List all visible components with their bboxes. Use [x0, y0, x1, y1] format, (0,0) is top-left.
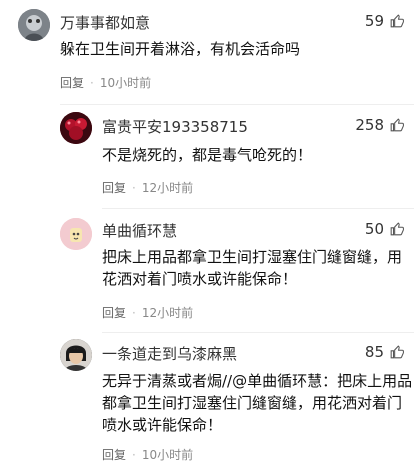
comment-text: 不是烧死的，都是毒气呛死的！ — [102, 146, 313, 164]
avatar[interactable] — [60, 112, 92, 144]
comment-text-line: 喷水或许能保命！ — [102, 416, 223, 434]
comment-meta: 回复 · 10小时前 — [102, 446, 193, 463]
avatar[interactable] — [18, 9, 50, 41]
thumbs-up-icon — [390, 345, 404, 359]
reply-button[interactable]: 回复 — [102, 448, 126, 462]
username[interactable]: 富贵平安193358715 — [102, 116, 248, 137]
thumbs-up-icon — [390, 222, 404, 236]
avatar[interactable] — [60, 339, 92, 371]
avatar-image — [18, 9, 50, 41]
timestamp: 10小时前 — [99, 76, 152, 90]
avatar-image — [60, 112, 92, 144]
avatar[interactable] — [60, 218, 92, 250]
like-count: 85 — [364, 343, 384, 361]
comment-meta: 回复 · 10小时前 — [60, 74, 151, 91]
avatar-image — [60, 218, 92, 250]
like-count: 258 — [355, 116, 384, 134]
dot-separator: · — [132, 448, 136, 462]
reply-button[interactable]: 回复 — [102, 306, 126, 320]
timestamp: 12小时前 — [141, 181, 194, 195]
avatar-image — [60, 339, 92, 371]
username[interactable]: 单曲循环慧 — [102, 220, 177, 241]
like-button[interactable]: 85 — [365, 343, 404, 361]
username[interactable]: 一条道走到乌漆麻黑 — [102, 343, 237, 364]
timestamp: 12小时前 — [141, 306, 194, 320]
dot-separator: · — [132, 181, 136, 195]
comment-text: 躲在卫生间开着淋浴，有机会活命吗 — [60, 40, 301, 58]
dot-separator: · — [90, 76, 94, 90]
like-button[interactable]: 59 — [365, 12, 404, 30]
like-count: 50 — [364, 220, 384, 238]
timestamp: 10小时前 — [141, 448, 194, 462]
comment-text-line: 花洒对着门喷水或许能保命！ — [102, 270, 298, 288]
comment-text-line: 把床上用品都拿卫生间打湿塞住门缝窗缝，用 — [102, 248, 403, 266]
dot-separator: · — [132, 306, 136, 320]
reply-button[interactable]: 回复 — [60, 76, 84, 90]
comment-meta: 回复 · 12小时前 — [102, 179, 193, 196]
reply-button[interactable]: 回复 — [102, 181, 126, 195]
divider — [102, 332, 414, 333]
thumbs-up-icon — [390, 14, 404, 28]
divider — [102, 208, 414, 209]
comment-text-line: 无异于清蒸或者焗//@单曲循环慧：把床上用品 — [102, 372, 413, 390]
like-count: 59 — [364, 12, 384, 30]
comment-text-line: 都拿卫生间打湿塞住门缝窗缝，用花洒对着门 — [102, 394, 403, 412]
like-button[interactable]: 258 — [355, 116, 404, 134]
username[interactable]: 万事事都如意 — [60, 12, 150, 33]
like-button[interactable]: 50 — [365, 220, 404, 238]
thumbs-up-icon — [390, 118, 404, 132]
divider — [60, 104, 414, 105]
comment-meta: 回复 · 12小时前 — [102, 304, 193, 321]
